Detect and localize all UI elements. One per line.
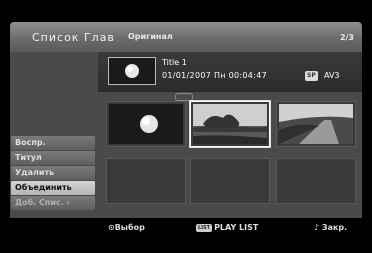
thumbnail-cell[interactable]: [276, 101, 356, 147]
list-button-icon: LIST: [196, 224, 213, 232]
menu-delete[interactable]: Удалить: [11, 166, 95, 180]
tree-thumbnail-icon: [193, 104, 267, 144]
playlist-hint[interactable]: LIST PLAY LIST: [196, 223, 258, 232]
empty-cell[interactable]: [190, 158, 270, 204]
page-title: Список Глав: [32, 31, 115, 44]
thumbnail-cell-selected[interactable]: [190, 101, 270, 147]
page-counter: 2/3: [339, 33, 354, 42]
empty-cell[interactable]: [276, 158, 356, 204]
title-datetime: 01/01/2007 Пн 00:04:47: [162, 71, 267, 80]
title-name: Title 1: [162, 58, 187, 67]
menu-add-to-playlist[interactable]: Доб. Спис. ›: [11, 196, 95, 210]
road-thumbnail-icon: [279, 104, 353, 144]
title-list-screen: Список Глав Оригинал 2/3 Title 1 01/01/2…: [0, 0, 372, 253]
select-hint: ⊙Выбор: [108, 223, 145, 232]
input-label: AV3: [324, 71, 340, 80]
empty-cell[interactable]: [106, 158, 186, 204]
header-bar: Список Глав Оригинал 2/3: [10, 22, 362, 52]
info-thumbnail: [108, 57, 156, 85]
moon-thumbnail-icon: [109, 104, 183, 144]
playlist-label: PLAY LIST: [214, 223, 259, 232]
thumbnail-cell[interactable]: [106, 101, 186, 147]
mode-label: Оригинал: [128, 32, 173, 41]
menu-combine[interactable]: Объединить: [11, 181, 95, 195]
close-hint[interactable]: ♪ Закр.: [314, 223, 347, 232]
quality-badge: SP: [305, 71, 318, 81]
scroll-up-indicator[interactable]: [175, 93, 193, 101]
menu-play[interactable]: Воспр.: [11, 136, 95, 150]
menu-title[interactable]: Титул: [11, 151, 95, 165]
